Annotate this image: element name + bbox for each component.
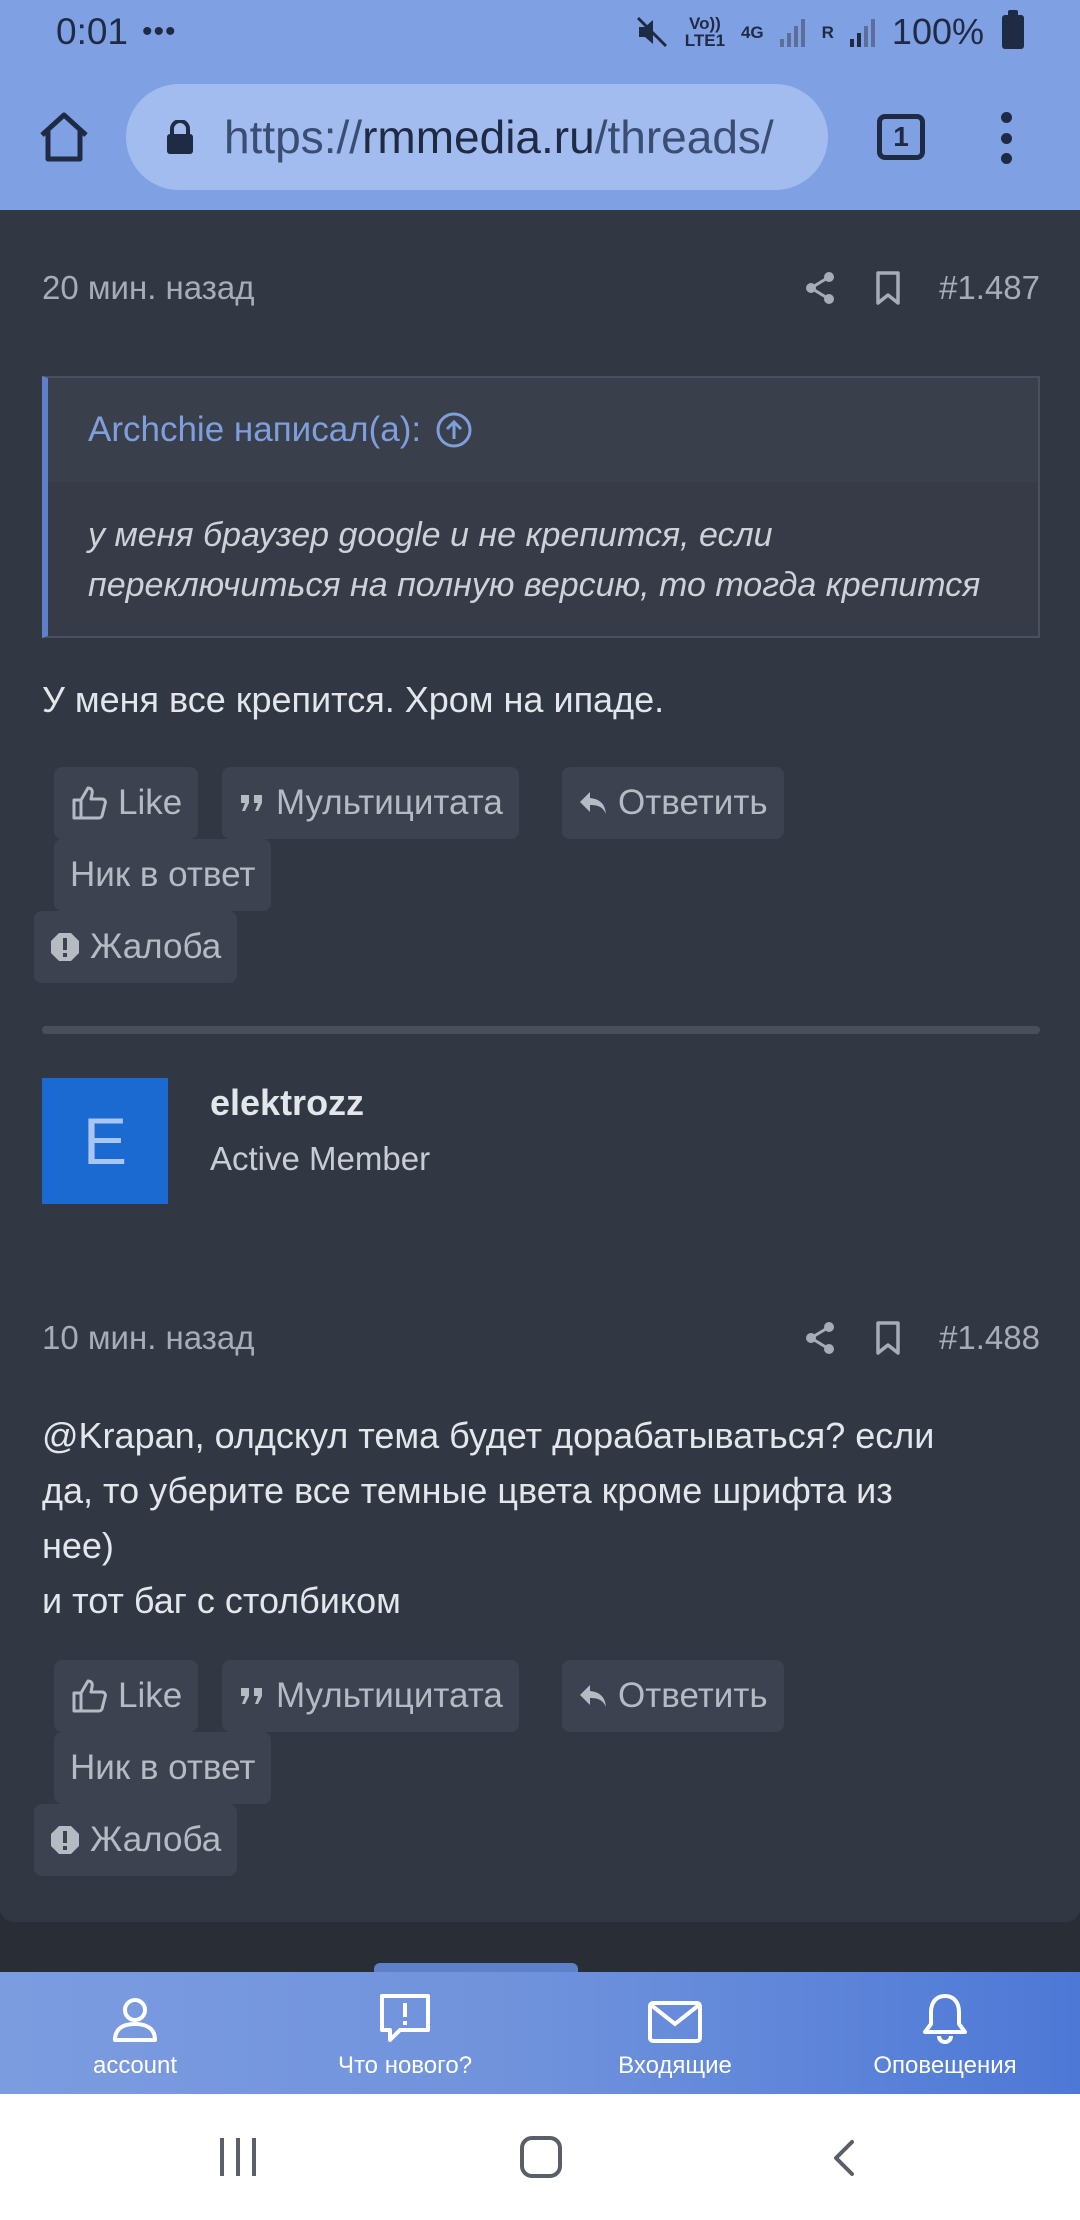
bookmark-icon[interactable] (871, 270, 905, 306)
browser-toolbar: https://rmmedia.ru/threads/ 1 (0, 64, 1080, 210)
roaming-indicator: R (821, 22, 834, 42)
post-number[interactable]: #1.488 (939, 1319, 1040, 1357)
lock-icon (167, 120, 193, 154)
post-divider (42, 1026, 1040, 1034)
nav-account[interactable]: account (0, 1972, 270, 2094)
quote-icon (241, 795, 262, 811)
status-notification-dots: ••• (142, 15, 177, 48)
like-label: Like (118, 1676, 183, 1715)
reply-icon (580, 1685, 606, 1707)
nick-reply-label: Ник в ответ (70, 1748, 256, 1787)
bottom-navigation: account Что нового? Входящие Оповещения (0, 1972, 1080, 2094)
post-2-meta: 10 мин. назад #1.488 (42, 1308, 1040, 1368)
message-line: У меня все крепится. Хром на ипаде. (42, 679, 665, 720)
post-1-meta: 20 мин. назад #1.487 (42, 258, 1040, 318)
thumbs-up-icon (72, 786, 107, 820)
quote-line: переключиться на полную версию, то тогда… (88, 566, 981, 604)
multiquote-label: Мультицитата (276, 1676, 503, 1715)
system-navigation-bar (0, 2094, 1080, 2220)
nav-label: account (92, 2052, 178, 2079)
post-time[interactable]: 10 мин. назад (42, 1319, 255, 1357)
tab-switcher-button[interactable]: 1 (877, 114, 925, 160)
message-line: нее) (42, 1525, 114, 1566)
report-label: Жалоба (90, 1820, 222, 1859)
multiquote-button[interactable]: Мультицитата (222, 767, 519, 839)
post-time[interactable]: 20 мин. назад (42, 269, 255, 307)
nav-label: Оповещения (873, 2052, 1017, 2079)
quote-line: у меня браузер google и не крепится, есл… (88, 516, 773, 554)
status-bar: 0:01 ••• Vo)) LTE1 4G R 100% (0, 0, 1080, 64)
bell-icon (923, 1994, 967, 2044)
reply-label: Ответить (618, 1676, 768, 1715)
message-line: и тот баг с столбиком (42, 1580, 401, 1621)
user-title: Active Member (210, 1140, 431, 1177)
username[interactable]: elektrozz (210, 1082, 364, 1124)
thumbs-up-icon (72, 1679, 107, 1713)
account-icon (113, 1998, 157, 2042)
volte-indicator: Vo)) LTE1 (684, 14, 726, 50)
nav-inbox[interactable]: Входящие (540, 1972, 810, 2094)
arrow-up-circle-icon[interactable] (435, 411, 473, 449)
post-list: 20 мин. назад #1.487 Archchie написал(а)… (0, 210, 1080, 1922)
multiquote-label: Мультицитата (276, 783, 503, 822)
warning-icon (51, 933, 79, 961)
home-icon[interactable] (34, 107, 94, 167)
whats-new-icon (380, 1994, 430, 2042)
signal-icon (779, 19, 805, 47)
report-button[interactable]: Жалоба (34, 911, 238, 983)
share-icon[interactable] (803, 270, 837, 306)
status-time: 0:01 (56, 11, 129, 52)
nav-alerts[interactable]: Оповещения (810, 1972, 1080, 2094)
inbox-icon (648, 2001, 702, 2043)
share-icon[interactable] (803, 1320, 837, 1356)
nav-whats-new[interactable]: Что нового? (270, 1972, 540, 2094)
nick-reply-button[interactable]: Ник в ответ (54, 1732, 272, 1804)
url-text[interactable]: https://rmmedia.ru/threads/ (224, 110, 774, 164)
back-icon[interactable] (828, 2138, 858, 2178)
quote-header[interactable]: Archchie написал(а): (48, 378, 1038, 482)
nick-reply-label: Ник в ответ (70, 855, 256, 894)
reply-button[interactable]: Ответить (562, 1660, 784, 1732)
thread-content: 20 мин. назад #1.487 Archchie написал(а)… (0, 210, 1080, 1922)
like-button[interactable]: Like (54, 1660, 199, 1732)
report-button[interactable]: Жалоба (34, 1804, 238, 1876)
nav-label: Что нового? (337, 2052, 473, 2079)
nick-reply-button[interactable]: Ник в ответ (54, 839, 272, 911)
message-line: да, то уберите все темные цвета кроме шр… (42, 1470, 893, 1511)
like-button[interactable]: Like (54, 767, 199, 839)
system-home-icon[interactable] (520, 2136, 562, 2178)
multiquote-button[interactable]: Мультицитата (222, 1660, 519, 1732)
network-4g-indicator: 4G (740, 22, 764, 42)
nav-label: Входящие (618, 2052, 732, 2079)
reply-icon (580, 792, 606, 814)
reply-label: Ответить (618, 783, 768, 822)
avatar[interactable]: E (42, 1078, 168, 1204)
post-2-message: @Krapan, олдскул тема будет дорабатывать… (42, 1408, 1042, 1628)
post-1-message: У меня все крепится. Хром на ипаде. (42, 672, 1042, 727)
reply-button[interactable]: Ответить (562, 767, 784, 839)
post-number[interactable]: #1.487 (939, 269, 1040, 307)
mute-icon (636, 16, 668, 48)
message-line: @Krapan, олдскул тема будет дорабатывать… (42, 1415, 935, 1456)
address-bar[interactable]: https://rmmedia.ru/threads/ (126, 84, 828, 190)
overflow-menu-icon[interactable] (996, 112, 1016, 164)
quote-author[interactable]: Archchie написал(а): (88, 410, 421, 450)
quote-body: у меня браузер google и не крепится, есл… (48, 482, 1038, 636)
recent-apps-icon[interactable] (220, 2138, 256, 2176)
status-right-group: Vo)) LTE1 4G R 100% (635, 10, 1024, 53)
bookmark-icon[interactable] (871, 1320, 905, 1356)
report-label: Жалоба (90, 927, 222, 966)
warning-icon (51, 1826, 79, 1854)
quote-icon (241, 1688, 262, 1704)
signal-roaming-icon (849, 19, 875, 47)
battery-icon (1002, 10, 1024, 49)
like-label: Like (118, 783, 183, 822)
quote-block: Archchie написал(а): у меня браузер goog… (42, 376, 1040, 638)
battery-percent: 100% (891, 11, 984, 52)
